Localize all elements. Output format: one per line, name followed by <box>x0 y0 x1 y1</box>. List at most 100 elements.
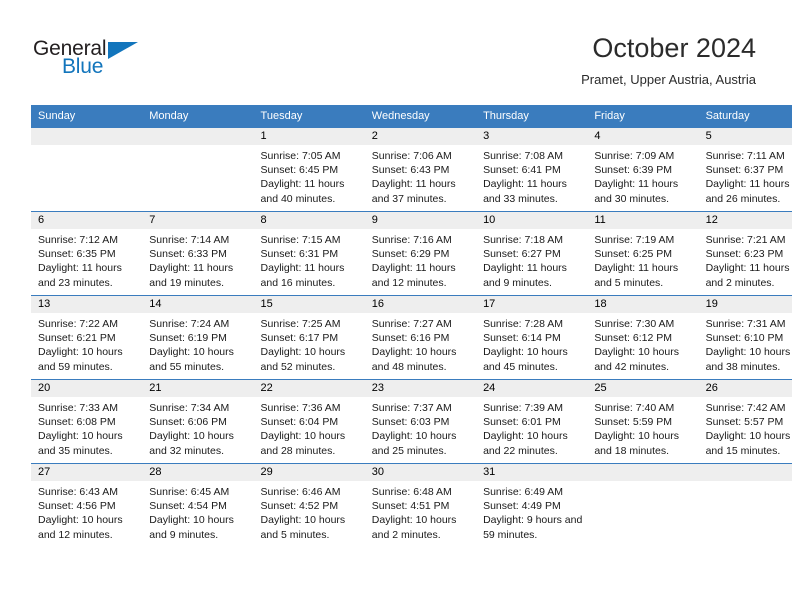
day-cell-content: 13 Sunrise: 7:22 AM Sunset: 6:21 PM Dayligh… <box>31 296 143 379</box>
day-sun-info: Sunrise: 7:14 AM Sunset: 6:33 PM Daylight:… <box>142 229 253 290</box>
day-cell-content: 8 Sunrise: 7:15 AM Sunset: 6:31 PM Daylight… <box>253 212 365 295</box>
day-sun-info: Sunrise: 7:21 AM Sunset: 6:23 PM Daylight:… <box>699 229 792 290</box>
calendar-day-cell[interactable] <box>31 127 143 212</box>
calendar-day-cell[interactable]: 31 Sunrise: 6:49 AM Sunset: 4:49 PM Dayligh… <box>476 463 588 547</box>
daylight-text: Daylight: 11 hours and 23 minutes. <box>38 262 122 289</box>
sunset-text: Sunset: 6:21 PM <box>38 332 116 345</box>
day-sun-info: Sunrise: 6:49 AM Sunset: 4:49 PM Daylight:… <box>476 481 587 542</box>
daylight-text: Daylight: 10 hours and 9 minutes. <box>149 514 234 541</box>
calendar-day-cell[interactable]: 7 Sunrise: 7:14 AM Sunset: 6:33 PM Daylight… <box>142 211 254 296</box>
day-sun-info: Sunrise: 6:48 AM Sunset: 4:51 PM Daylight:… <box>365 481 476 542</box>
weekday-header-tuesday: Tuesday <box>253 105 365 128</box>
day-sun-info: Sunrise: 7:36 AM Sunset: 6:04 PM Daylight:… <box>254 397 365 458</box>
sunset-text: Sunset: 6:01 PM <box>483 416 561 429</box>
day-number: 10 <box>476 212 588 229</box>
sunrise-text: Sunrise: 7:19 AM <box>594 234 675 246</box>
daylight-text: Daylight: 11 hours and 33 minutes. <box>483 178 567 205</box>
day-number: 5 <box>698 128 792 145</box>
calendar-day-cell[interactable]: 18 Sunrise: 7:30 AM Sunset: 6:12 PM Dayligh… <box>587 295 699 380</box>
day-cell-content: 17 Sunrise: 7:28 AM Sunset: 6:14 PM Dayligh… <box>476 296 588 379</box>
day-number: 6 <box>31 212 143 229</box>
general-blue-logo[interactable]: General Blue <box>33 37 173 85</box>
day-cell-content: 24 Sunrise: 7:39 AM Sunset: 6:01 PM Dayligh… <box>476 380 588 463</box>
day-cell-content: 18 Sunrise: 7:30 AM Sunset: 6:12 PM Dayligh… <box>587 296 699 379</box>
day-number: 27 <box>31 464 143 481</box>
calendar-day-cell[interactable]: 11 Sunrise: 7:19 AM Sunset: 6:25 PM Dayligh… <box>587 211 699 296</box>
day-cell-content: 5 Sunrise: 7:11 AM Sunset: 6:37 PM Daylight… <box>698 128 792 211</box>
sunset-text: Sunset: 6:17 PM <box>260 332 339 345</box>
calendar-day-cell[interactable]: 9 Sunrise: 7:16 AM Sunset: 6:29 PM Daylight… <box>364 211 477 296</box>
day-cell-content: 31 Sunrise: 6:49 AM Sunset: 4:49 PM Dayligh… <box>476 464 588 547</box>
calendar-day-cell[interactable]: 2 Sunrise: 7:06 AM Sunset: 6:43 PM Daylight… <box>364 127 477 212</box>
calendar-day-cell[interactable]: 5 Sunrise: 7:11 AM Sunset: 6:37 PM Daylight… <box>698 127 792 212</box>
sunrise-text: Sunrise: 7:25 AM <box>260 318 341 330</box>
day-cell-empty <box>698 464 792 547</box>
calendar-day-cell[interactable]: 20 Sunrise: 7:33 AM Sunset: 6:08 PM Dayligh… <box>31 379 143 464</box>
calendar-day-cell[interactable]: 14 Sunrise: 7:24 AM Sunset: 6:19 PM Dayligh… <box>142 295 254 380</box>
sunset-text: Sunset: 6:27 PM <box>483 248 561 261</box>
calendar-day-cell[interactable]: 30 Sunrise: 6:48 AM Sunset: 4:51 PM Dayligh… <box>364 463 477 547</box>
day-cell-content: 26 Sunrise: 7:42 AM Sunset: 5:57 PM Dayligh… <box>698 380 792 463</box>
calendar-day-cell[interactable]: 22 Sunrise: 7:36 AM Sunset: 6:04 PM Dayligh… <box>253 379 365 464</box>
day-number: 21 <box>142 380 254 397</box>
day-cell-empty <box>142 128 254 211</box>
day-cell-content: 14 Sunrise: 7:24 AM Sunset: 6:19 PM Dayligh… <box>142 296 254 379</box>
sunrise-text: Sunrise: 6:45 AM <box>149 486 230 498</box>
day-number <box>31 128 143 145</box>
sunset-text: Sunset: 6:19 PM <box>149 332 227 345</box>
sunset-text: Sunset: 6:31 PM <box>260 248 339 261</box>
calendar-day-cell[interactable]: 12 Sunrise: 7:21 AM Sunset: 6:23 PM Dayligh… <box>698 211 792 296</box>
calendar-day-cell[interactable]: 28 Sunrise: 6:45 AM Sunset: 4:54 PM Dayligh… <box>142 463 254 547</box>
daylight-text: Daylight: 10 hours and 42 minutes. <box>594 346 679 373</box>
page-header: General Blue October 2024 Pramet, Upper … <box>0 0 792 100</box>
day-cell-content: 1 Sunrise: 7:05 AM Sunset: 6:45 PM Daylight… <box>253 128 365 211</box>
sunrise-text: Sunrise: 7:09 AM <box>594 150 675 162</box>
day-number <box>587 464 699 481</box>
day-sun-info: Sunrise: 7:08 AM Sunset: 6:41 PM Daylight:… <box>476 145 587 206</box>
daylight-text: Daylight: 11 hours and 9 minutes. <box>483 262 567 289</box>
day-number: 9 <box>364 212 477 229</box>
calendar-day-cell[interactable]: 1 Sunrise: 7:05 AM Sunset: 6:45 PM Daylight… <box>253 127 365 212</box>
calendar-page: General Blue October 2024 Pramet, Upper … <box>0 0 792 612</box>
sunset-text: Sunset: 6:16 PM <box>371 332 450 345</box>
day-number: 16 <box>364 296 477 313</box>
calendar-day-cell[interactable] <box>142 127 254 212</box>
day-cell-content: 10 Sunrise: 7:18 AM Sunset: 6:27 PM Dayligh… <box>476 212 588 295</box>
day-number: 11 <box>587 212 699 229</box>
calendar-day-cell[interactable]: 25 Sunrise: 7:40 AM Sunset: 5:59 PM Dayligh… <box>587 379 699 464</box>
daylight-text: Daylight: 10 hours and 25 minutes. <box>371 430 457 457</box>
daylight-text: Daylight: 11 hours and 12 minutes. <box>371 262 456 289</box>
calendar-day-cell[interactable]: 21 Sunrise: 7:34 AM Sunset: 6:06 PM Dayligh… <box>142 379 254 464</box>
day-cell-content: 19 Sunrise: 7:31 AM Sunset: 6:10 PM Dayligh… <box>698 296 792 379</box>
sunset-text: Sunset: 6:29 PM <box>371 248 450 261</box>
calendar-day-cell[interactable]: 10 Sunrise: 7:18 AM Sunset: 6:27 PM Dayligh… <box>476 211 588 296</box>
calendar-day-cell[interactable]: 6 Sunrise: 7:12 AM Sunset: 6:35 PM Daylight… <box>31 211 143 296</box>
sunrise-text: Sunrise: 7:06 AM <box>371 150 452 162</box>
calendar-day-cell[interactable]: 19 Sunrise: 7:31 AM Sunset: 6:10 PM Dayligh… <box>698 295 792 380</box>
calendar-day-cell[interactable]: 4 Sunrise: 7:09 AM Sunset: 6:39 PM Daylight… <box>587 127 699 212</box>
calendar-day-cell[interactable]: 29 Sunrise: 6:46 AM Sunset: 4:52 PM Dayligh… <box>253 463 365 547</box>
calendar-day-cell[interactable]: 3 Sunrise: 7:08 AM Sunset: 6:41 PM Daylight… <box>476 127 588 212</box>
calendar-day-cell[interactable]: 27 Sunrise: 6:43 AM Sunset: 4:56 PM Dayligh… <box>31 463 143 547</box>
calendar-day-cell[interactable] <box>698 463 792 547</box>
day-sun-info: Sunrise: 6:43 AM Sunset: 4:56 PM Daylight:… <box>31 481 142 542</box>
calendar-day-cell[interactable]: 17 Sunrise: 7:28 AM Sunset: 6:14 PM Dayligh… <box>476 295 588 380</box>
day-sun-info: Sunrise: 7:15 AM Sunset: 6:31 PM Daylight:… <box>254 229 365 290</box>
calendar-week-row: 1 Sunrise: 7:05 AM Sunset: 6:45 PM Daylight… <box>31 127 792 212</box>
day-number: 31 <box>476 464 588 481</box>
sunrise-text: Sunrise: 7:39 AM <box>483 402 564 414</box>
calendar-day-cell[interactable] <box>587 463 699 547</box>
day-cell-content: 21 Sunrise: 7:34 AM Sunset: 6:06 PM Dayligh… <box>142 380 254 463</box>
calendar-day-cell[interactable]: 24 Sunrise: 7:39 AM Sunset: 6:01 PM Dayligh… <box>476 379 588 464</box>
calendar-day-cell[interactable]: 8 Sunrise: 7:15 AM Sunset: 6:31 PM Daylight… <box>253 211 365 296</box>
calendar-day-cell[interactable]: 26 Sunrise: 7:42 AM Sunset: 5:57 PM Dayligh… <box>698 379 792 464</box>
calendar-day-cell[interactable]: 23 Sunrise: 7:37 AM Sunset: 6:03 PM Dayligh… <box>364 379 477 464</box>
sunset-text: Sunset: 6:43 PM <box>371 164 450 177</box>
calendar-day-cell[interactable]: 15 Sunrise: 7:25 AM Sunset: 6:17 PM Dayligh… <box>253 295 365 380</box>
sunset-text: Sunset: 4:56 PM <box>38 500 116 513</box>
day-cell-content: 29 Sunrise: 6:46 AM Sunset: 4:52 PM Dayligh… <box>253 464 365 547</box>
sunset-text: Sunset: 6:12 PM <box>594 332 672 345</box>
day-cell-content: 4 Sunrise: 7:09 AM Sunset: 6:39 PM Daylight… <box>587 128 699 211</box>
calendar-day-cell[interactable]: 16 Sunrise: 7:27 AM Sunset: 6:16 PM Dayligh… <box>364 295 477 380</box>
calendar-day-cell[interactable]: 13 Sunrise: 7:22 AM Sunset: 6:21 PM Dayligh… <box>31 295 143 380</box>
